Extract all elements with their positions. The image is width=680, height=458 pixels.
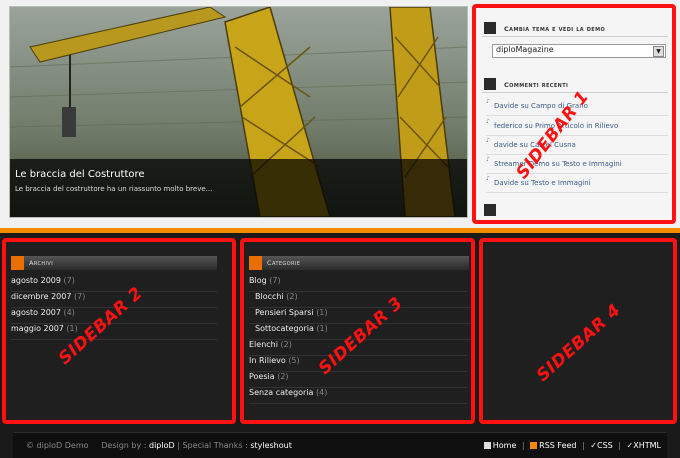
- orange-divider: [0, 228, 680, 233]
- theme-widget-header: Cambia tema e vedi la demo: [482, 22, 668, 37]
- footer-home-link[interactable]: Home: [493, 441, 517, 450]
- footer-design-label: Design by :: [101, 441, 147, 450]
- comment-icon: ♪: [486, 98, 490, 105]
- footer-rss-link[interactable]: RSS Feed: [539, 441, 576, 450]
- rss-icon: [530, 442, 538, 449]
- empty-widget-header: [482, 204, 668, 218]
- theme-select[interactable]: diploMagazine ▼: [492, 44, 666, 58]
- archivi-title: Archivi: [29, 259, 54, 267]
- category-item[interactable]: Senza categoria (4): [249, 388, 467, 404]
- widget-square-icon: [249, 256, 262, 270]
- category-item[interactable]: Poesia (2): [249, 372, 467, 388]
- comment-icon: ♪: [486, 175, 490, 182]
- theme-widget-title: Cambia tema e vedi la demo: [504, 25, 606, 33]
- comment-item[interactable]: ♪ davide su Castel Cusna: [486, 135, 668, 155]
- footer-credits: © diploD Demo Design by : diploD | Speci…: [26, 441, 292, 450]
- category-item[interactable]: Blocchi (2): [249, 292, 471, 308]
- comments-widget-title: Commenti recenti: [504, 81, 569, 89]
- widget-square-icon: [484, 22, 496, 34]
- footer-xhtml-link[interactable]: XHTML: [633, 441, 661, 450]
- featured-caption: Le braccia del Costruttore Le braccia de…: [10, 159, 467, 217]
- widget-square-icon: [11, 256, 24, 270]
- comment-icon: ♪: [486, 156, 490, 163]
- featured-title[interactable]: Le braccia del Costruttore: [15, 169, 145, 180]
- archive-item[interactable]: agosto 2009 (7): [11, 276, 217, 292]
- featured-excerpt: Le braccia del costruttore ha un riassun…: [15, 185, 213, 193]
- comment-item[interactable]: ♪ Davide su Testo e Immagini: [486, 173, 668, 193]
- footer-thanks-label: | Special Thanks :: [177, 441, 248, 450]
- widget-square-icon: [484, 204, 496, 216]
- footer: © diploD Demo Design by : diploD | Speci…: [13, 432, 667, 458]
- home-icon: [483, 442, 491, 449]
- footer-thanks-link[interactable]: styleshout: [250, 441, 292, 450]
- sidebar-2: Archivi agosto 2009 (7) dicembre 2007 (7…: [2, 238, 236, 424]
- categorie-title: Categorie: [267, 259, 301, 267]
- comment-icon: ♪: [486, 118, 490, 125]
- footer-links: Home | RSS Feed | ✓CSS | ✓XHTML: [483, 441, 661, 450]
- footer-copyright: © diploD Demo: [26, 441, 89, 450]
- footer-designer-link[interactable]: diploD: [149, 441, 175, 450]
- featured-slider[interactable]: Le braccia del Costruttore Le braccia de…: [9, 6, 468, 218]
- category-item[interactable]: Blog (7): [249, 276, 467, 292]
- theme-select-value: diploMagazine: [496, 45, 554, 54]
- widget-square-icon: [484, 78, 496, 90]
- archivi-header: Archivi: [11, 256, 217, 270]
- dropdown-arrow-icon[interactable]: ▼: [653, 46, 664, 57]
- category-item[interactable]: In Rilievo (5): [249, 356, 467, 372]
- categorie-header: Categorie: [249, 256, 469, 270]
- check-icon: ✓: [590, 441, 597, 450]
- comment-icon: ♪: [486, 137, 490, 144]
- footer-css-link[interactable]: CSS: [597, 441, 613, 450]
